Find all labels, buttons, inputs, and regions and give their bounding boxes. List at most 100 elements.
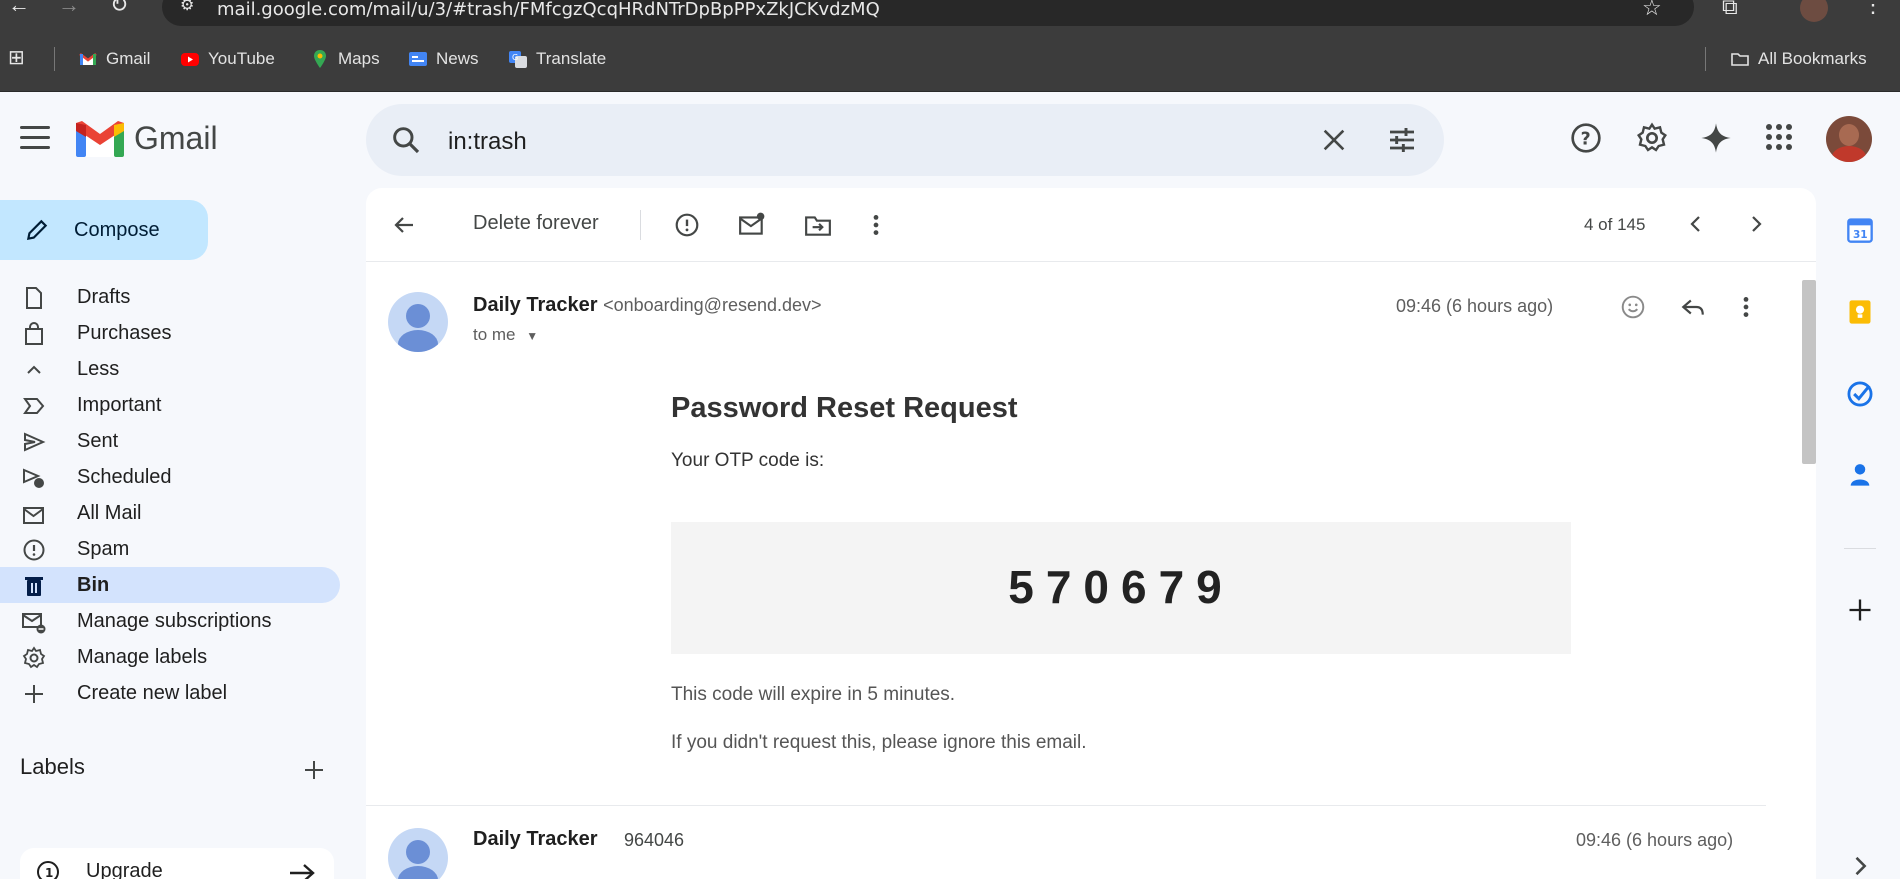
contacts-icon[interactable]	[1846, 460, 1874, 488]
bookmark-translate[interactable]: G Translate	[508, 49, 606, 69]
tasks-icon[interactable]	[1846, 380, 1874, 408]
back-arrow-icon[interactable]: ←	[8, 0, 30, 16]
bookmark-star-icon[interactable]: ☆	[1642, 0, 1662, 19]
clear-search-icon[interactable]	[1320, 126, 1348, 154]
sidebar-item-bin[interactable]: Bin	[0, 567, 340, 603]
divider	[1705, 47, 1706, 71]
app-name: Gmail	[134, 120, 218, 156]
bookmark-maps[interactable]: Maps	[310, 49, 380, 69]
sender-avatar[interactable]	[388, 292, 448, 352]
toolbar-divider	[640, 210, 641, 240]
sidebar-item-sent[interactable]: Sent	[0, 423, 340, 459]
search-input[interactable]: in:trash	[448, 128, 527, 156]
sender-name[interactable]: Daily Tracker	[473, 828, 598, 851]
email-toolbar: Delete forever 4 of 145	[366, 188, 1816, 262]
email-view: Delete forever 4 of 145 Daily Tracker <o…	[366, 188, 1816, 879]
sidebar-item-label: Spam	[77, 538, 130, 560]
search-options-icon[interactable]	[1386, 124, 1418, 156]
site-info-icon[interactable]: ⚙	[180, 0, 194, 14]
gear-icon	[22, 646, 46, 669]
message-more-icon[interactable]	[1738, 294, 1754, 320]
report-spam-icon[interactable]	[674, 212, 700, 238]
sidebar-item-label: Sent	[77, 430, 119, 452]
bin-icon	[25, 577, 43, 596]
recipient-details-toggle[interactable]: to me ▼	[473, 325, 538, 345]
otp-box: 570679	[671, 522, 1571, 654]
more-actions-icon[interactable]	[868, 212, 884, 238]
svg-text:31: 31	[1853, 229, 1868, 241]
gemini-sparkle-icon[interactable]	[1700, 122, 1732, 154]
sidebar-item-create-new-label[interactable]: Create new label	[0, 675, 340, 711]
scheduled-icon	[23, 468, 44, 488]
search-icon[interactable]	[390, 124, 422, 156]
extensions-icon[interactable]: ⧉	[1722, 0, 1738, 18]
sidebar-item-label: All Mail	[77, 502, 142, 524]
keep-icon[interactable]	[1846, 298, 1874, 326]
back-icon[interactable]	[392, 213, 416, 237]
forward-arrow-icon[interactable]: →	[58, 0, 80, 16]
sender-avatar[interactable]	[388, 828, 448, 879]
search-bar[interactable]: in:trash	[366, 104, 1444, 176]
sidebar-item-manage-labels[interactable]: Manage labels	[0, 639, 340, 675]
account-avatar[interactable]	[1826, 116, 1872, 162]
add-reaction-icon[interactable]	[1620, 294, 1646, 320]
reply-icon[interactable]	[1680, 294, 1706, 320]
sidebar-item-drafts[interactable]: Drafts	[0, 279, 340, 315]
older-chevron-right-icon[interactable]	[1744, 212, 1768, 236]
bookmark-label: Translate	[536, 49, 607, 68]
sidebar-item-manage-subscriptions[interactable]: Manage subscriptions	[0, 603, 340, 639]
message-time: 09:46 (6 hours ago)	[1396, 296, 1554, 316]
upgrade-button[interactable]: 1 Upgrade	[20, 848, 334, 879]
sidebar-item-spam[interactable]: Spam	[0, 531, 340, 567]
maps-pin-icon	[314, 50, 326, 68]
address-bar[interactable]: ⚙ mail.google.com/mail/u/3/#trash/FMfcgz…	[162, 0, 1694, 26]
bookmark-news[interactable]: News	[408, 49, 479, 69]
sender-name[interactable]: Daily Tracker	[473, 294, 598, 316]
mark-unread-icon[interactable]	[738, 212, 766, 238]
pagination-count: 4 of 145	[1584, 215, 1646, 234]
otp-code: 570679	[1008, 561, 1234, 613]
all-bookmarks-button[interactable]: All Bookmarks	[1730, 49, 1867, 69]
add-label-icon[interactable]	[302, 758, 326, 782]
calendar-icon[interactable]: 31	[1846, 216, 1874, 244]
compose-button[interactable]: Compose	[0, 200, 208, 260]
reload-icon[interactable]: ↻	[110, 0, 128, 16]
bookmark-youtube[interactable]: YouTube	[180, 49, 275, 69]
profile-icon[interactable]	[1800, 0, 1828, 22]
sender-email: <onboarding@resend.dev>	[603, 295, 822, 315]
plus-icon	[25, 685, 43, 703]
folder-icon	[1731, 53, 1749, 66]
sender-line[interactable]: Daily Tracker <onboarding@resend.dev>	[473, 294, 822, 317]
bookmark-label: Maps	[338, 49, 380, 68]
message-snippet: 964046	[624, 830, 685, 850]
main-menu-icon[interactable]	[20, 126, 50, 150]
bookmark-label: YouTube	[208, 49, 275, 68]
newer-chevron-left-icon[interactable]	[1684, 212, 1708, 236]
help-icon[interactable]: ?	[1570, 122, 1602, 154]
sidebar-item-less[interactable]: Less	[0, 351, 340, 387]
sidebar-item-scheduled[interactable]: Scheduled	[0, 459, 340, 495]
chevron-up-icon	[27, 365, 41, 374]
scrollbar-thumb[interactable]	[1802, 280, 1816, 464]
url-text[interactable]: mail.google.com/mail/u/3/#trash/FMfcgzQc…	[217, 0, 880, 20]
upgrade-label: Upgrade	[86, 860, 163, 879]
gmail-icon	[79, 53, 97, 65]
browser-menu-icon[interactable]: ⋮	[1862, 0, 1884, 16]
message-divider	[366, 805, 1766, 806]
sidebar-item-label: Less	[77, 358, 120, 380]
sidebar-item-label: Scheduled	[77, 466, 172, 488]
apps-grid-icon[interactable]: ⊞	[8, 48, 25, 68]
labels-heading: Labels	[20, 754, 85, 779]
gmail-logo[interactable]: Gmail	[76, 120, 218, 157]
sidebar-item-purchases[interactable]: Purchases	[0, 315, 340, 351]
expand-panel-chevron-icon[interactable]	[1846, 852, 1874, 879]
google-apps-icon[interactable]	[1764, 122, 1794, 152]
ignore-note: If you didn't request this, please ignor…	[671, 732, 1087, 753]
move-to-icon[interactable]	[804, 212, 832, 238]
get-add-ons-plus-icon[interactable]	[1846, 596, 1874, 624]
bookmark-gmail[interactable]: Gmail	[78, 49, 150, 69]
sidebar-item-important[interactable]: Important	[0, 387, 340, 423]
sidebar-item-all-mail[interactable]: All Mail	[0, 495, 340, 531]
settings-gear-icon[interactable]	[1636, 122, 1668, 154]
delete-forever-button[interactable]: Delete forever	[473, 212, 599, 235]
